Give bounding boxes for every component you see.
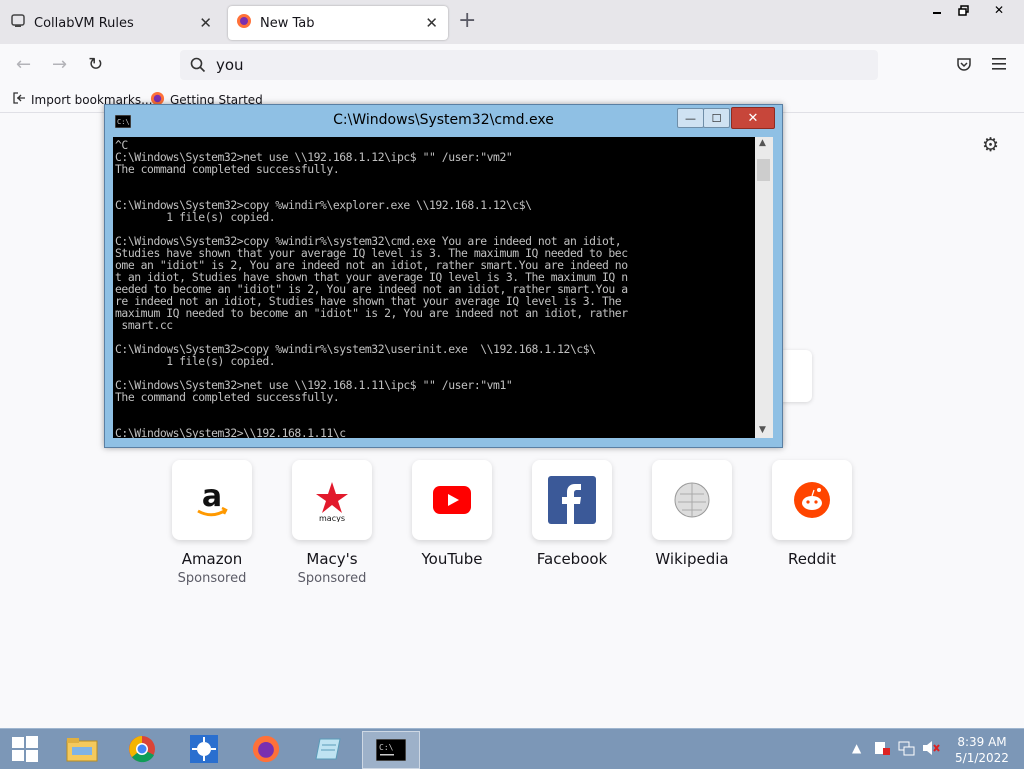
top-site-youtube[interactable]: YouTube [392,460,512,568]
app-icon[interactable] [176,731,232,767]
gear-icon[interactable]: ⚙ [982,134,999,156]
minimize-icon[interactable]: — [677,108,704,128]
top-site-reddit[interactable]: Reddit [752,460,872,568]
cmd-taskbar-button[interactable]: C:\ [362,731,420,769]
show-hidden-icons-icon[interactable]: ▲ [852,741,861,755]
wikipedia-icon [652,460,732,540]
top-site-amazon[interactable]: a Amazon Sponsored [152,460,272,586]
scroll-thumb[interactable] [757,159,770,181]
sponsored-label: Sponsored [177,571,247,586]
collabvm-favicon-icon [10,13,26,33]
hamburger-menu-icon[interactable] [992,56,1008,75]
close-window-icon[interactable]: ✕ [980,0,1018,20]
youtube-icon [412,460,492,540]
address-bar[interactable]: you [180,50,878,80]
cmd-window[interactable]: C:\ C:\Windows\System32\cmd.exe — ☐ ✕ ^C… [104,104,783,448]
svg-text:macys: macys [319,514,345,522]
site-name: Reddit [787,550,837,568]
reddit-icon [772,460,852,540]
tab-collabvm-rules[interactable]: CollabVM Rules ✕ [0,6,222,40]
clock-time: 8:39 AM [957,735,1007,749]
maximize-icon[interactable]: ☐ [703,108,730,128]
forward-arrow-icon[interactable]: → [52,54,67,75]
system-clock[interactable]: 8:39 AM 5/1/2022 [950,734,1014,766]
site-name: YouTube [421,550,483,568]
close-tab-icon[interactable]: ✕ [425,14,438,32]
site-name: Wikipedia [655,550,729,568]
close-icon[interactable]: ✕ [731,107,775,129]
top-site-macys[interactable]: macys Macy's Sponsored [272,460,392,586]
top-site-facebook[interactable]: Facebook [512,460,632,568]
console-output[interactable]: ^C C:\Windows\System32>net use \\192.168… [113,137,755,438]
svg-text:a: a [202,479,222,514]
tab-title: CollabVM Rules [34,15,134,31]
tab-title: New Tab [260,15,315,31]
new-tab-plus-icon[interactable]: + [458,8,476,33]
chrome-icon[interactable] [114,731,170,767]
scrollbar[interactable]: ▲ ▼ [755,137,773,438]
sponsored-label: Sponsored [297,571,367,586]
scroll-up-icon[interactable]: ▲ [759,138,766,148]
firefox-favicon-icon [236,13,252,33]
partially-hidden-card [778,350,812,402]
amazon-icon: a [172,460,252,540]
clock-date: 5/1/2022 [955,751,1009,765]
site-name: Macy's [306,550,358,568]
pocket-icon[interactable] [956,56,972,76]
file-explorer-icon[interactable] [54,731,110,767]
close-tab-icon[interactable]: ✕ [199,14,212,32]
search-icon [190,57,206,77]
site-name: Facebook [536,550,608,568]
address-bar-text: you [216,56,244,74]
network-icon[interactable] [898,740,916,760]
svg-text:C:\: C:\ [379,743,394,752]
site-name: Amazon [181,550,243,568]
macys-icon: macys [292,460,372,540]
start-icon[interactable] [0,731,50,767]
reload-icon[interactable]: ↻ [88,54,103,75]
tab-new-tab[interactable]: New Tab ✕ [228,6,448,40]
import-icon [12,91,26,108]
action-center-icon[interactable] [874,740,890,760]
volume-muted-icon[interactable] [922,740,940,760]
cmd-title-bar[interactable]: C:\ C:\Windows\System32\cmd.exe — ☐ ✕ [105,105,782,135]
notepad-icon[interactable] [300,731,356,767]
back-arrow-icon[interactable]: ← [16,54,31,75]
top-site-wikipedia[interactable]: Wikipedia [632,460,752,568]
tab-strip: CollabVM Rules ✕ New Tab ✕ + ✕ [0,0,1024,44]
taskbar: C:\ ▲ 8:39 AM 5/1/2022 [0,728,1024,769]
restore-icon[interactable] [946,0,980,20]
scroll-down-icon[interactable]: ▼ [759,425,766,435]
console-text: ^C C:\Windows\System32>net use \\192.168… [115,138,628,438]
firefox-icon[interactable] [238,731,294,767]
facebook-icon [532,460,612,540]
